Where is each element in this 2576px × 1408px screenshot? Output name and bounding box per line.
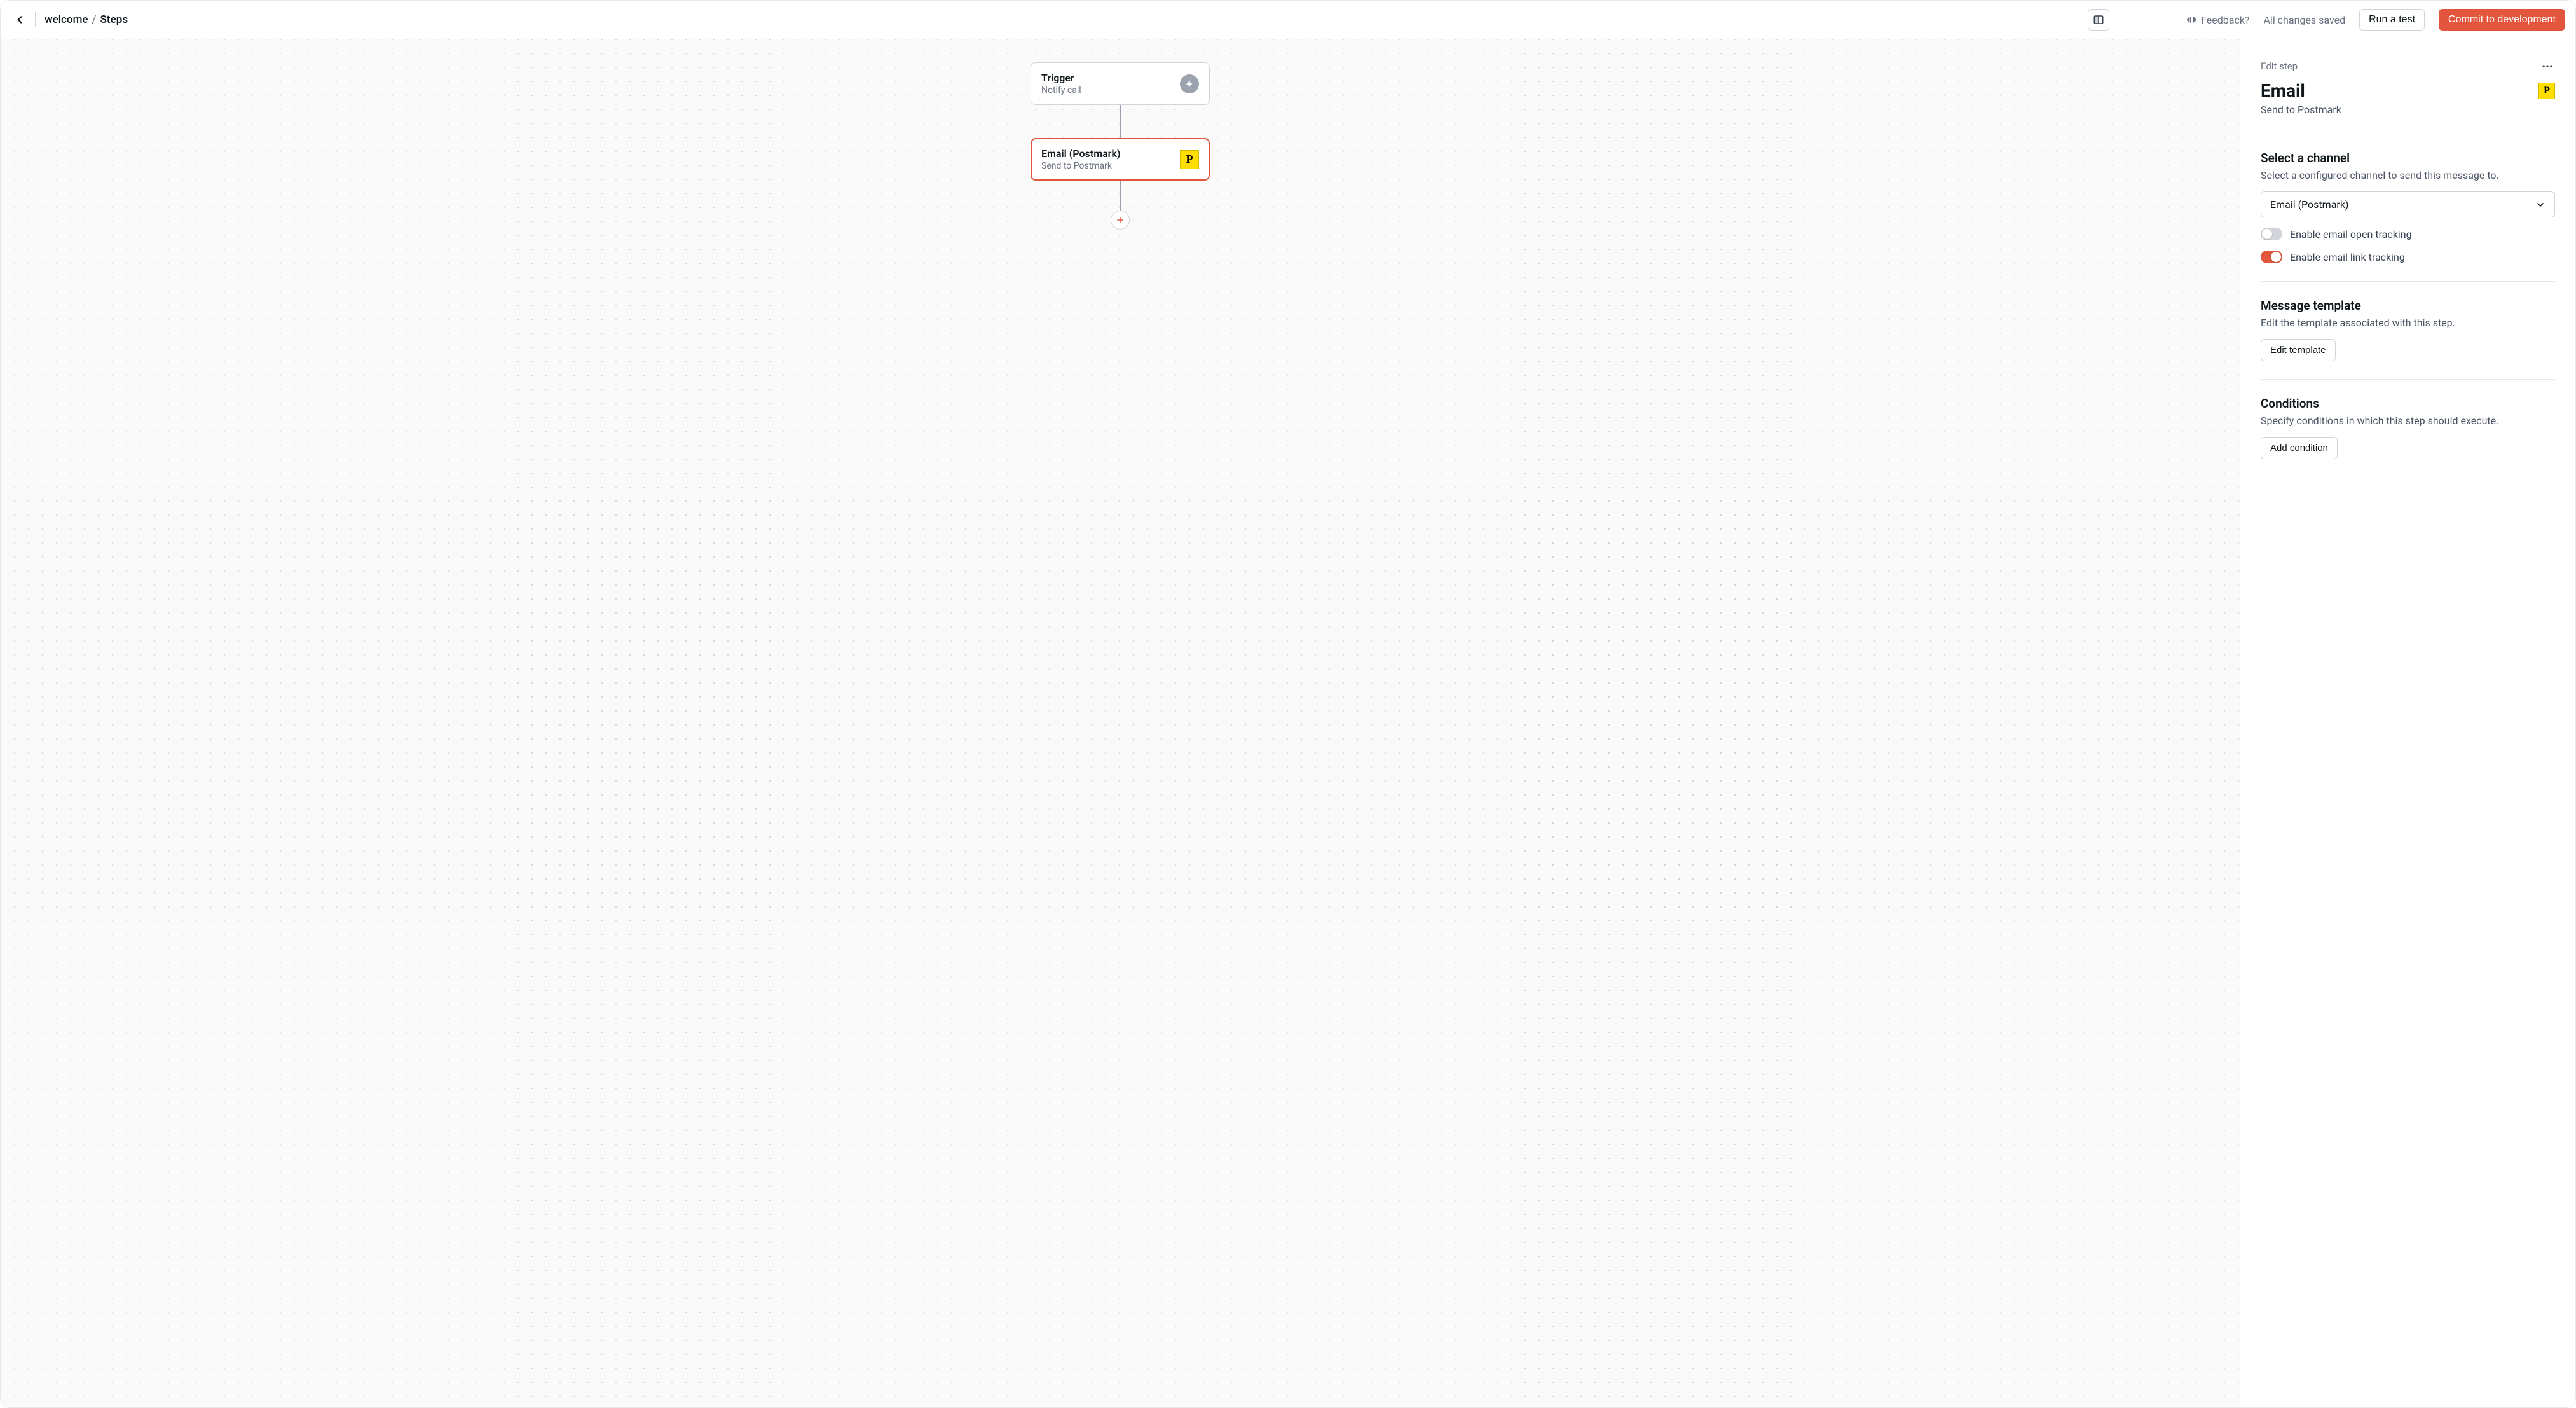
dots-horizontal-icon xyxy=(2541,60,2554,72)
chevron-down-icon xyxy=(2535,200,2545,210)
trigger-node-icon xyxy=(1180,74,1199,93)
toggle-panel-button[interactable] xyxy=(2088,9,2109,31)
flow-edge xyxy=(1120,105,1121,138)
header-actions: Feedback? All changes saved Run a test C… xyxy=(2186,9,2565,31)
open-tracking-toggle[interactable] xyxy=(2261,228,2282,240)
feedback-label: Feedback? xyxy=(2201,14,2249,26)
app-window: welcome / Steps Feedback? All changes sa… xyxy=(0,0,2576,1408)
link-tracking-toggle[interactable] xyxy=(2261,251,2282,263)
lightning-icon xyxy=(1185,79,1194,88)
back-button[interactable] xyxy=(11,11,29,29)
panel-subtitle: Send to Postmark xyxy=(2261,104,2555,116)
header-divider xyxy=(35,12,36,27)
conditions-description: Specify conditions in which this step sh… xyxy=(2261,415,2555,427)
breadcrumb-root[interactable]: welcome xyxy=(45,13,88,26)
breadcrumb: welcome / Steps xyxy=(45,13,128,26)
conditions-heading: Conditions xyxy=(2261,396,2555,411)
trigger-node[interactable]: Trigger Notify call xyxy=(1031,62,1210,105)
save-status: All changes saved xyxy=(2263,14,2345,26)
email-step-node[interactable]: Email (Postmark) Send to Postmark P xyxy=(1031,138,1210,181)
template-heading: Message template xyxy=(2261,298,2555,313)
conditions-section: Conditions Specify conditions in which t… xyxy=(2261,379,2555,459)
breadcrumb-current: Steps xyxy=(100,13,128,26)
breadcrumb-separator: / xyxy=(92,13,97,26)
channel-heading: Select a channel xyxy=(2261,151,2555,165)
run-test-button[interactable]: Run a test xyxy=(2359,9,2425,31)
template-description: Edit the template associated with this s… xyxy=(2261,317,2555,329)
panel-eyebrow: Edit step xyxy=(2261,60,2298,72)
panel-title: Email xyxy=(2261,80,2305,101)
edit-step-panel: Edit step Email P Send to Postmark Selec… xyxy=(2240,39,2575,1407)
channel-select[interactable]: Email (Postmark) xyxy=(2261,191,2555,217)
open-tracking-label: Enable email open tracking xyxy=(2290,228,2412,240)
megaphone-icon xyxy=(2186,15,2196,25)
trigger-node-title: Trigger xyxy=(1041,72,1081,84)
email-node-subtitle: Send to Postmark xyxy=(1041,161,1121,171)
commit-button[interactable]: Commit to development xyxy=(2439,9,2565,31)
plus-icon xyxy=(1116,216,1125,224)
main-area: Trigger Notify call Email (Postmark) Sen… xyxy=(1,39,2575,1407)
flow-edge xyxy=(1120,181,1121,211)
workflow-canvas[interactable]: Trigger Notify call Email (Postmark) Sen… xyxy=(1,39,2240,1407)
chevron-left-icon xyxy=(14,14,25,25)
panel-layout-icon xyxy=(2093,14,2104,25)
header-bar: welcome / Steps Feedback? All changes sa… xyxy=(1,1,2575,39)
channel-select-value: Email (Postmark) xyxy=(2270,198,2349,211)
channel-description: Select a configured channel to send this… xyxy=(2261,169,2555,181)
feedback-link[interactable]: Feedback? xyxy=(2186,14,2249,26)
trigger-node-subtitle: Notify call xyxy=(1041,85,1081,95)
postmark-icon: P xyxy=(2538,83,2555,99)
add-condition-button[interactable]: Add condition xyxy=(2261,437,2338,459)
add-step-button[interactable] xyxy=(1111,211,1130,230)
more-actions-button[interactable] xyxy=(2540,59,2555,74)
template-section: Message template Edit the template assoc… xyxy=(2261,281,2555,361)
workflow-flow: Trigger Notify call Email (Postmark) Sen… xyxy=(1031,62,1210,230)
edit-template-button[interactable]: Edit template xyxy=(2261,339,2336,361)
email-node-title: Email (Postmark) xyxy=(1041,148,1121,160)
channel-section: Select a channel Select a configured cha… xyxy=(2261,134,2555,263)
postmark-icon: P xyxy=(1180,150,1199,169)
link-tracking-label: Enable email link tracking xyxy=(2290,251,2405,263)
